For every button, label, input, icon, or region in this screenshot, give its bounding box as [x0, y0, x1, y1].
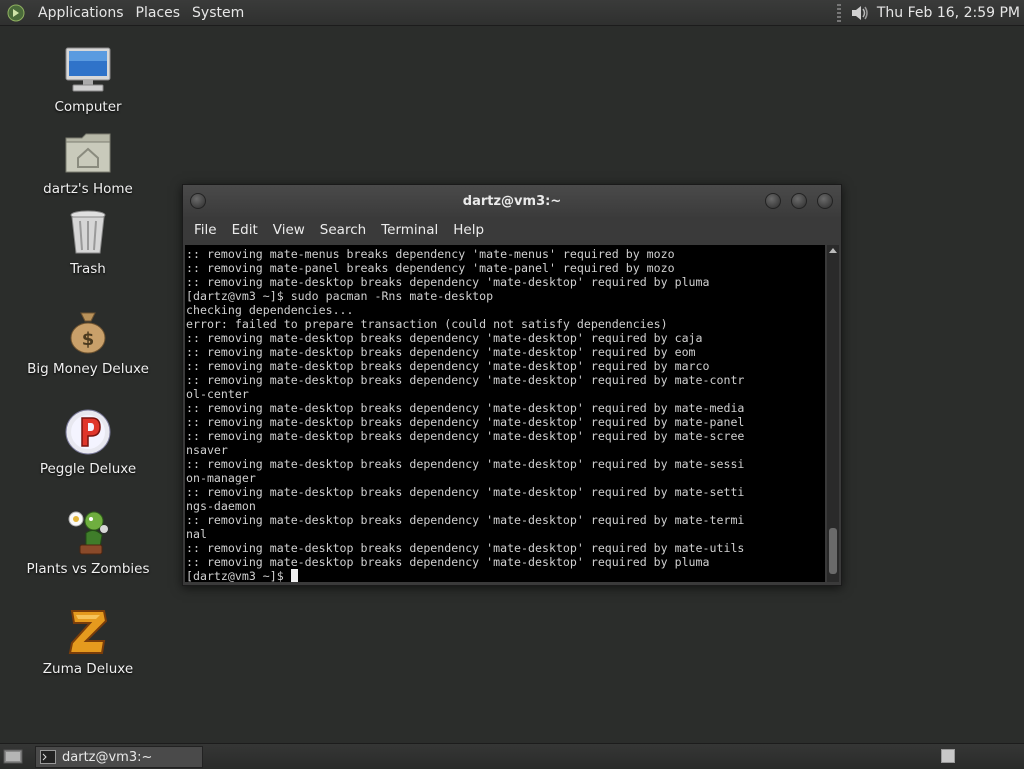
desktop-icon-label: Peggle Deluxe [39, 461, 137, 477]
taskbar-button-label: dartz@vm3:~ [62, 749, 153, 765]
taskbar-terminal-button[interactable]: dartz@vm3:~ [35, 746, 203, 768]
money-bag-icon: $ [62, 306, 114, 358]
zuma-icon [62, 606, 114, 658]
panel-handle [836, 3, 841, 22]
minimize-button[interactable] [765, 193, 781, 209]
terminal-line: :: removing mate-menus breaks dependency… [186, 247, 675, 261]
terminal-line: :: removing mate-desktop breaks dependen… [186, 359, 710, 373]
peggle-icon [62, 406, 114, 458]
applications-menu[interactable]: Applications [32, 5, 130, 21]
terminal-line: :: removing mate-desktop breaks dependen… [186, 555, 710, 569]
menu-terminal[interactable]: Terminal [374, 222, 446, 238]
system-menu[interactable]: System [186, 5, 250, 21]
terminal-menubar: File Edit View Search Terminal Help [183, 217, 841, 243]
terminal-line: :: removing mate-desktop breaks dependen… [186, 429, 745, 443]
terminal-line: :: removing mate-desktop breaks dependen… [186, 401, 745, 415]
computer-icon [62, 44, 114, 96]
terminal-line: :: removing mate-desktop breaks dependen… [186, 373, 745, 387]
maximize-button[interactable] [791, 193, 807, 209]
top-panel: Applications Places System Thu Feb 16, 2… [0, 0, 1024, 26]
terminal-line: :: removing mate-desktop breaks dependen… [186, 457, 745, 471]
terminal-line: :: removing mate-desktop breaks dependen… [186, 415, 745, 429]
terminal-line: :: removing mate-panel breaks dependency… [186, 261, 675, 275]
terminal-line: [dartz@vm3 ~]$ sudo pacman -Rns mate-des… [186, 289, 494, 303]
desktop-icon-big-money-deluxe[interactable]: $ Big Money Deluxe [27, 306, 149, 377]
menu-edit[interactable]: Edit [225, 222, 266, 238]
terminal-line: nal [186, 527, 207, 541]
desktop-icon-computer[interactable]: Computer [28, 44, 148, 115]
terminal-icon [40, 750, 56, 764]
terminal-line: :: removing mate-desktop breaks dependen… [186, 485, 745, 499]
desktop-icon-label: Plants vs Zombies [26, 561, 150, 577]
terminal-cursor [290, 569, 298, 582]
scroll-up-arrow-icon[interactable] [829, 248, 837, 253]
terminal-line: :: removing mate-desktop breaks dependen… [186, 275, 710, 289]
close-button[interactable] [817, 193, 833, 209]
terminal-line: on-manager [186, 471, 256, 485]
bottom-panel: dartz@vm3:~ [0, 743, 1024, 769]
desktop-icon-label: Zuma Deluxe [42, 661, 134, 677]
desktop-icon-label: Computer [54, 99, 122, 115]
terminal-scrollbar[interactable] [827, 245, 839, 582]
desktop-icon-trash[interactable]: Trash [28, 206, 148, 277]
trash-icon [62, 206, 114, 258]
terminal-text: :: removing mate-menus breaks dependency… [185, 245, 825, 582]
workspace-switcher-icon[interactable] [941, 749, 955, 763]
menu-view[interactable]: View [266, 222, 313, 238]
desktop-icon-label: Big Money Deluxe [27, 361, 149, 377]
desktop-icon-home[interactable]: dartz's Home [28, 126, 148, 197]
show-desktop-icon[interactable] [3, 748, 23, 765]
terminal-line: :: removing mate-desktop breaks dependen… [186, 513, 745, 527]
places-menu[interactable]: Places [130, 5, 187, 21]
menu-help[interactable]: Help [446, 222, 492, 238]
plants-vs-zombies-icon [62, 506, 114, 558]
clock[interactable]: Thu Feb 16, 2:59 PM [877, 5, 1024, 21]
volume-icon[interactable] [849, 3, 871, 23]
desktop-icon-peggle-deluxe[interactable]: Peggle Deluxe [28, 406, 148, 477]
terminal-line: :: removing mate-desktop breaks dependen… [186, 331, 703, 345]
window-titlebar[interactable]: dartz@vm3:~ [183, 185, 841, 217]
terminal-line: :: removing mate-desktop breaks dependen… [186, 345, 696, 359]
desktop-icon-plants-vs-zombies[interactable]: Plants vs Zombies [26, 506, 150, 577]
scroll-thumb[interactable] [829, 528, 837, 574]
home-folder-icon [62, 126, 114, 178]
svg-text:$: $ [82, 329, 95, 350]
window-menu-button[interactable] [190, 193, 206, 209]
terminal-line: error: failed to prepare transaction (co… [186, 317, 668, 331]
menu-file[interactable]: File [187, 222, 225, 238]
desktop-icon-zuma-deluxe[interactable]: Zuma Deluxe [28, 606, 148, 677]
desktop-icon-label: dartz's Home [43, 181, 133, 197]
menu-search[interactable]: Search [313, 222, 374, 238]
terminal-line: checking dependencies... [186, 303, 354, 317]
desktop-icon-label: Trash [70, 261, 106, 277]
terminal-line: nsaver [186, 443, 228, 457]
terminal-line: ngs-daemon [186, 499, 256, 513]
terminal-prompt: [dartz@vm3 ~]$ [186, 569, 825, 582]
window-title: dartz@vm3:~ [462, 193, 562, 209]
mate-logo-icon[interactable] [6, 3, 26, 23]
terminal-output[interactable]: :: removing mate-menus breaks dependency… [185, 245, 825, 582]
terminal-line: :: removing mate-desktop breaks dependen… [186, 541, 745, 555]
terminal-window: dartz@vm3:~ File Edit View Search Termin… [182, 184, 842, 586]
terminal-line: ol-center [186, 387, 249, 401]
